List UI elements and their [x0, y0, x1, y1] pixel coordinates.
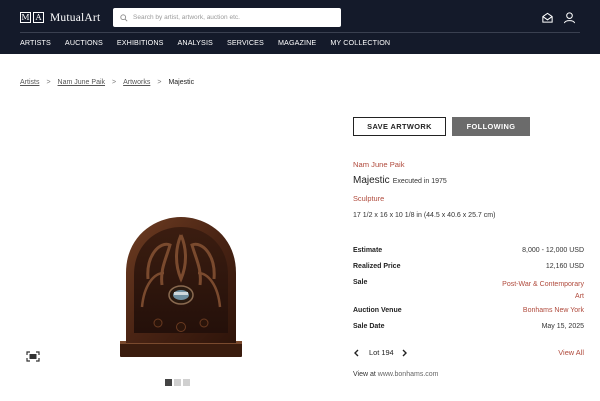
sale-value[interactable]: Post-War & Contemporary Art: [502, 279, 584, 303]
breadcrumb-artist[interactable]: Nam June Paik: [58, 79, 105, 86]
logo-box-a: A: [33, 12, 44, 23]
breadcrumb-separator: >: [112, 79, 117, 86]
view-all-link[interactable]: View All: [558, 348, 584, 357]
lot-number: Lot 194: [369, 348, 394, 357]
sale-date-label: Sale Date: [353, 323, 385, 330]
view-at-prefix: View at: [353, 371, 376, 378]
sale-value-line-1: Post-War & Contemporary: [502, 281, 584, 288]
nav-magazine[interactable]: MAGAZINE: [278, 38, 316, 47]
auction-venue-value[interactable]: Bonhams New York: [523, 307, 584, 314]
artwork-image[interactable]: [120, 215, 242, 361]
estimate-label: Estimate: [353, 247, 383, 254]
user-icon[interactable]: [563, 11, 576, 24]
realized-price-value: 12,160 USD: [545, 263, 584, 270]
artwork-title: Majestic: [353, 175, 390, 186]
nav-exhibitions[interactable]: EXHIBITIONS: [117, 38, 164, 47]
nav-analysis[interactable]: ANALYSIS: [178, 38, 213, 47]
following-button[interactable]: FOLLOWING: [452, 117, 530, 136]
chevron-right-icon[interactable]: [402, 349, 408, 357]
gallery-dot-1[interactable]: [165, 379, 172, 386]
artwork-dimensions: 17 1/2 x 16 x 10 1/8 in (44.5 x 40.6 x 2…: [353, 212, 496, 219]
nav-auctions[interactable]: AUCTIONS: [65, 38, 103, 47]
lot-navigation: Lot 194 View All: [353, 348, 584, 357]
sale-label: Sale: [353, 279, 368, 286]
realized-price-label: Realized Price: [353, 263, 401, 270]
auction-venue-label: Auction Venue: [353, 307, 402, 314]
expand-icon[interactable]: [26, 351, 40, 362]
view-at-source: View at www.bonhams.com: [353, 371, 439, 378]
nav-my-collection[interactable]: MY COLLECTION: [330, 38, 390, 47]
search-bar[interactable]: [113, 8, 341, 27]
breadcrumb-separator: >: [157, 79, 162, 86]
gallery-dot-3[interactable]: [183, 379, 190, 386]
sale-date-value: May 15, 2025: [541, 323, 584, 330]
logo-box-m: M: [20, 12, 31, 23]
mutualart-logo[interactable]: M A MutualArt: [20, 10, 100, 25]
artwork-executed: Executed in 1975: [392, 178, 447, 185]
chevron-left-icon[interactable]: [353, 349, 359, 357]
auction-venue-row: Auction Venue Bonhams New York: [353, 307, 584, 314]
estimate-value: 8,000 - 12,000 USD: [522, 247, 584, 254]
sale-value-line-2: Art: [575, 293, 584, 300]
mail-icon[interactable]: [541, 11, 554, 24]
search-input[interactable]: [133, 14, 333, 21]
artist-link[interactable]: Nam June Paik: [353, 160, 405, 169]
breadcrumb-artworks[interactable]: Artworks: [123, 79, 150, 86]
artwork-category[interactable]: Sculpture: [353, 194, 384, 203]
search-icon: [120, 13, 128, 22]
logo-name: MutualArt: [50, 11, 101, 24]
top-header: M A MutualArt ARTISTS AUCTIONS EXHIBITIO…: [0, 0, 600, 54]
sale-row: Sale Post-War & Contemporary Art: [353, 279, 584, 303]
breadcrumb-current: Majestic: [168, 79, 195, 86]
gallery-pagination: [165, 379, 192, 386]
save-artwork-button[interactable]: SAVE ARTWORK: [353, 117, 446, 136]
breadcrumb-artists[interactable]: Artists: [20, 79, 39, 86]
nav-services[interactable]: SERVICES: [227, 38, 264, 47]
artwork-title-row: Majestic Executed in 1975: [353, 175, 447, 186]
nav-divider: [20, 32, 580, 33]
realized-price-row: Realized Price 12,160 USD: [353, 263, 584, 270]
source-site-link[interactable]: www.bonhams.com: [378, 371, 439, 378]
breadcrumb: Artists > Nam June Paik > Artworks > Maj…: [20, 79, 194, 86]
main-nav: ARTISTS AUCTIONS EXHIBITIONS ANALYSIS SE…: [20, 38, 404, 47]
sale-date-row: Sale Date May 15, 2025: [353, 323, 584, 330]
gallery-dot-2[interactable]: [174, 379, 181, 386]
estimate-row: Estimate 8,000 - 12,000 USD: [353, 247, 584, 254]
nav-artists[interactable]: ARTISTS: [20, 38, 51, 47]
breadcrumb-separator: >: [46, 79, 51, 86]
